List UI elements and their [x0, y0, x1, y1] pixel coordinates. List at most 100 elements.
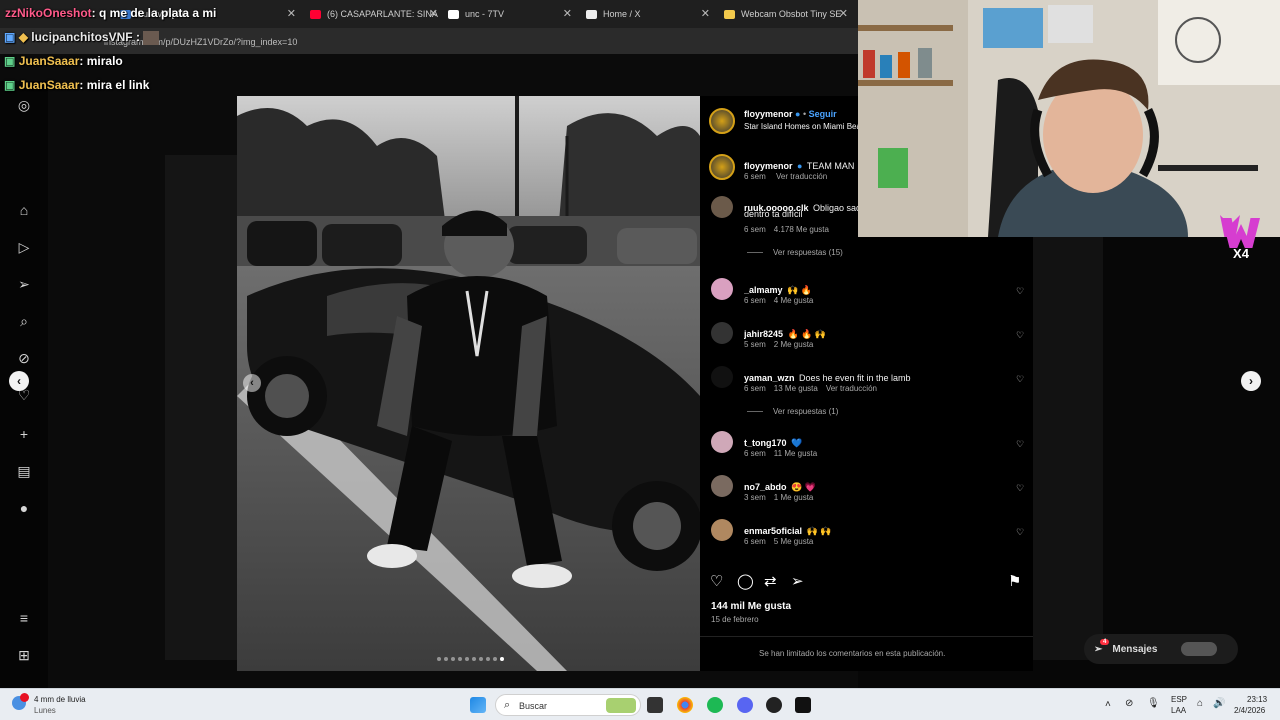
comment-username[interactable]: yaman_wzn [744, 373, 795, 383]
tab-x[interactable]: Home / X ✕ [586, 4, 710, 24]
author-avatar[interactable] [709, 108, 735, 134]
apps-icon[interactable]: ⊞ [16, 647, 32, 663]
search-icon[interactable]: ⌕ [16, 313, 32, 329]
comment-like-icon[interactable]: ♡ [1016, 527, 1024, 538]
comment-likes[interactable]: 4.178 Me gusta [774, 225, 829, 234]
weather-icon[interactable] [12, 693, 29, 710]
comment-like-icon[interactable]: ♡ [1016, 483, 1024, 494]
home-icon[interactable]: ⌂ [16, 202, 32, 218]
tab-webcam[interactable]: Webcam Obsbot Tiny SE ✕ [724, 4, 848, 24]
instagram-icon[interactable]: ◎ [16, 97, 32, 113]
like-icon[interactable]: ♡ [710, 572, 723, 590]
microphone-icon[interactable]: 🎙 [1147, 698, 1160, 709]
comment-username[interactable]: t_tong170 [744, 438, 787, 448]
stats-icon[interactable]: ▤ [16, 463, 32, 479]
close-icon[interactable]: ✕ [701, 7, 710, 20]
taskbar-search[interactable]: ⌕ Buscar [495, 694, 641, 716]
comment-likes[interactable]: 2 Me gusta [774, 340, 814, 349]
translate-link[interactable]: Ver traducción [776, 172, 827, 181]
close-icon[interactable]: ✕ [429, 7, 438, 20]
close-icon[interactable]: ✕ [287, 7, 296, 20]
post-header: floyymenor ● • Seguir [744, 109, 837, 119]
carousel-prev-button[interactable]: ‹ [243, 374, 261, 392]
windows-start-icon[interactable] [470, 697, 486, 713]
wifi-icon[interactable]: ⌂ [1197, 698, 1203, 709]
view-replies-link[interactable]: Ver respuestas (15) [747, 248, 843, 257]
post-photo[interactable]: ‹ [237, 96, 700, 671]
commenter-avatar[interactable] [711, 366, 733, 388]
language-code[interactable]: ESP [1171, 695, 1187, 704]
carousel-dot[interactable] [465, 657, 469, 661]
messages-button[interactable]: ➢ 4 Mensajes [1084, 634, 1238, 664]
carousel-dot[interactable] [486, 657, 490, 661]
share-icon[interactable]: ➢ [791, 572, 804, 590]
author-username[interactable]: floyymenor [744, 109, 793, 119]
post-location[interactable]: Star Island Homes on Miami Beac [744, 122, 858, 131]
menu-icon[interactable]: ≡ [16, 610, 32, 626]
carousel-dot[interactable] [493, 657, 497, 661]
spotify-icon[interactable] [707, 697, 723, 713]
carousel-dot[interactable] [479, 657, 483, 661]
webcam-image [858, 0, 1280, 237]
chrome-icon[interactable] [677, 697, 693, 713]
translate-link[interactable]: Ver traducción [826, 384, 877, 393]
bookmark-icon[interactable]: ⚑ [1008, 572, 1021, 590]
commenter-avatar[interactable] [711, 322, 733, 344]
clock-date[interactable]: 2/4/2026 [1234, 706, 1265, 715]
task-view-icon[interactable] [647, 697, 663, 713]
volume-icon[interactable]: 🔊 [1213, 698, 1225, 709]
comment-like-icon[interactable]: ♡ [1016, 374, 1024, 385]
caption-username[interactable]: floyymenor [744, 161, 793, 171]
close-icon[interactable]: ✕ [563, 7, 572, 20]
comment-likes[interactable]: 1 Me gusta [774, 493, 814, 502]
next-post-button[interactable]: › [1241, 371, 1261, 391]
likes-count[interactable]: 144 mil Me gusta [711, 601, 791, 612]
comment-likes[interactable]: 11 Me gusta [774, 449, 817, 458]
comment-likes[interactable]: 5 Me gusta [774, 537, 814, 546]
comment-like-icon[interactable]: ♡ [1016, 330, 1024, 341]
tab-youtube[interactable]: (6) CASAPARLANTE: SINA ✕ [310, 4, 438, 24]
explore-icon[interactable]: ⊘ [16, 350, 32, 366]
comment-likes[interactable]: 13 Me gusta [774, 384, 818, 393]
commenter-avatar[interactable] [711, 196, 733, 218]
send-icon[interactable]: ➢ [16, 276, 32, 292]
commenter-avatar[interactable] [711, 519, 733, 541]
carousel-dot[interactable] [444, 657, 448, 661]
tab-7tv[interactable]: unc - 7TV ✕ [448, 4, 572, 24]
comment-icon[interactable]: ◯ [737, 572, 754, 590]
obs-icon[interactable] [766, 697, 782, 713]
carousel-dot[interactable] [458, 657, 462, 661]
chat-user: JuanSaaar [18, 78, 80, 92]
carousel-dot[interactable] [451, 657, 455, 661]
carousel-dot[interactable] [472, 657, 476, 661]
comment-username[interactable]: enmar5oficial [744, 526, 802, 536]
comment-username[interactable]: _almamy [744, 285, 783, 295]
language-layout[interactable]: LAA [1171, 706, 1186, 715]
clock-time[interactable]: 23:13 [1247, 695, 1267, 704]
previous-post-button[interactable]: ‹ [9, 371, 29, 391]
create-icon[interactable]: + [16, 426, 32, 442]
comment-username[interactable]: jahir8245 [744, 329, 783, 339]
chevron-up-icon[interactable]: ˄ [1105, 699, 1111, 710]
previous-post-preview [165, 155, 237, 660]
close-icon[interactable]: ✕ [839, 7, 848, 20]
view-replies-link[interactable]: Ver respuestas (1) [747, 407, 838, 416]
weather-text[interactable]: 4 mm de lluvia [34, 695, 86, 704]
comment-like-icon[interactable]: ♡ [1016, 286, 1024, 297]
comment-username[interactable]: no7_abdo [744, 482, 787, 492]
comment-likes[interactable]: 4 Me gusta [774, 296, 814, 305]
caption-author-avatar[interactable] [709, 154, 735, 180]
commenter-avatar[interactable] [711, 475, 733, 497]
repost-icon[interactable]: ⇄ [764, 572, 777, 590]
commenter-avatar[interactable] [711, 278, 733, 300]
carousel-dot[interactable] [437, 657, 441, 661]
discord-icon[interactable] [737, 697, 753, 713]
profile-avatar-icon[interactable]: ● [16, 500, 32, 516]
tiktok-icon[interactable] [795, 697, 811, 713]
carousel-dot[interactable] [500, 657, 504, 661]
commenter-avatar[interactable] [711, 431, 733, 453]
follow-button[interactable]: Seguir [809, 109, 837, 119]
network-icon[interactable]: ⊘ [1125, 698, 1133, 709]
reels-icon[interactable]: ▷ [16, 239, 32, 255]
comment-like-icon[interactable]: ♡ [1016, 439, 1024, 450]
